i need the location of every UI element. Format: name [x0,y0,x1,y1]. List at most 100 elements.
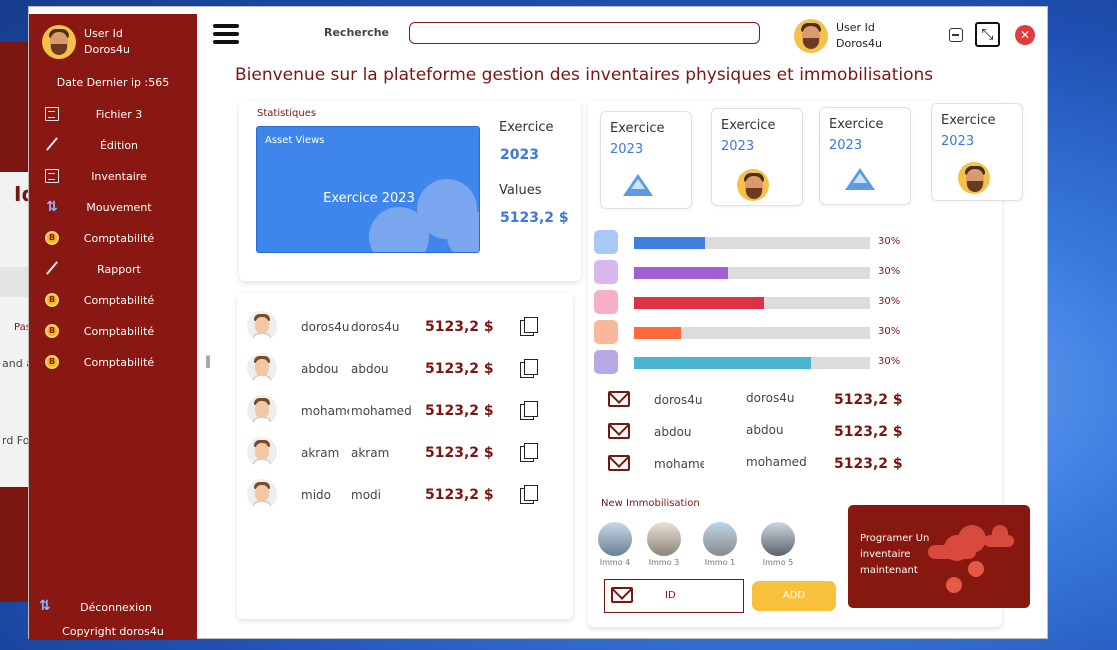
mail-icon[interactable] [608,455,630,471]
user-name: akram [301,446,340,460]
arrows-icon: ⇅ [39,598,51,614]
exercice-card[interactable]: Exercice 2023 [711,108,803,206]
coin-icon: B [45,324,59,338]
immo-caption: Immo 3 [648,558,680,567]
search-input[interactable] [409,22,760,44]
sidebar-user: User Id Doros4u [42,25,130,59]
minimize-icon[interactable] [949,28,963,42]
user-value: 5123,2 $ [425,487,494,503]
progress-row: 30% [594,350,914,374]
avatar [247,395,277,425]
sidebar-username: Doros4u [84,43,130,56]
list-item[interactable]: abdou abdou 5123,2 $ [608,420,938,448]
sidebar-item-comptabilite[interactable]: B Comptabilité [29,347,197,378]
documents-icon[interactable] [520,485,540,505]
exercice-card[interactable]: Exercice 2023 [931,103,1023,201]
mail-icon [611,587,633,603]
mail-name: doros4u [654,393,703,407]
mail-name: abdou [654,425,692,439]
header-user: User Id Doros4u [794,19,882,53]
sidebar-item-comptabilite[interactable]: B Comptabilité [29,316,197,347]
avatar-icon [737,169,769,201]
avatar[interactable] [42,25,76,59]
immo-item[interactable]: Immo 3 [644,522,684,567]
documents-icon[interactable] [520,443,540,463]
last-ip-text: Date Dernier ip :565 [56,76,170,89]
user-name: abdou [301,362,339,376]
avatar[interactable] [794,19,828,53]
sidebar-item-comptabilite[interactable]: B Comptabilité [29,285,197,316]
avatar [247,479,277,509]
app-window: User Id Doros4u Date Dernier ip :565 Fic… [28,6,1048,640]
hamburger-menu-icon[interactable] [213,24,239,44]
user-name: mido [301,488,331,502]
user-value: 5123,2 $ [425,403,494,419]
progress-track [634,327,870,339]
exercice-card[interactable]: Exercice 2023 [819,107,911,205]
list-item[interactable]: doros4u doros4u 5123,2 $ [247,311,567,343]
asset-views-box[interactable]: Asset Views Exercice 2023 [256,126,480,253]
id-input[interactable]: ID [604,579,744,613]
users-list-card: doros4u doros4u 5123,2 $ abdou abdou 512… [237,293,573,619]
values-value: 5123,2 $ [500,210,569,226]
sidebar-item-edition[interactable]: Édition [29,130,197,161]
avatar [247,353,277,383]
avatar [247,437,277,467]
sidebar-item-mouvement[interactable]: ⇅ Mouvement [29,192,197,223]
cloud-shape [928,545,976,559]
sidebar-item-inventaire[interactable]: Inventaire [29,161,197,192]
mail-alias: abdou [746,423,784,437]
immo-caption: Immo 5 [762,558,794,567]
immo-item[interactable]: Immo 1 [700,522,740,567]
sidebar-item-fichier[interactable]: Fichier 3 [29,99,197,130]
list-item[interactable]: mohamed mohamed 5123,2 $ [608,452,938,480]
immo-image [761,522,795,556]
logout-button[interactable]: ⇅ Déconnexion [29,597,197,617]
sidebar-item-comptabilite[interactable]: B Comptabilité [29,223,197,254]
progress-fill [634,297,764,309]
immo-item[interactable]: Immo 4 [595,522,635,567]
immo-image [598,522,632,556]
immo-item[interactable]: Immo 5 [758,522,798,567]
progress-color-square [594,230,618,254]
progress-fill [634,267,729,279]
arrows-icon: ⇅ [46,199,58,215]
user-alias: akram [351,446,390,460]
progress-track [634,357,870,369]
exercice-value: 2023 [500,147,539,163]
list-item[interactable]: mido modi 5123,2 $ [247,479,567,511]
immo-caption: Immo 4 [599,558,631,567]
document-icon [45,107,59,121]
logout-label: Déconnexion [80,600,152,614]
list-item[interactable]: akram akram 5123,2 $ [247,437,567,469]
sidebar-item-rapport[interactable]: Rapport [29,254,197,285]
exercice-card-year: 2023 [829,138,863,153]
user-alias: modi [351,488,381,502]
add-button[interactable]: ADD [752,581,836,611]
documents-icon[interactable] [520,359,540,379]
documents-icon[interactable] [520,401,540,421]
user-alias: mohamed [351,404,412,418]
documents-icon[interactable] [520,317,540,337]
list-item[interactable]: doros4u doros4u 5123,2 $ [608,388,938,416]
avatar [247,311,277,341]
coin-icon: B [45,293,59,307]
values-label: Values [499,183,542,198]
user-alias: abdou [351,362,389,376]
sidebar: User Id Doros4u Date Dernier ip :565 Fic… [29,14,197,640]
mail-icon[interactable] [608,423,630,439]
progress-row: 30% [594,290,914,314]
close-icon[interactable]: ✕ [1015,25,1035,45]
background-window-fragment: rd Fo [2,434,30,447]
plan-inventory-card[interactable]: Programer Un inventaire maintenant [848,505,1030,608]
exercice-card[interactable]: Exercice 2023 [600,111,692,209]
progress-track [634,297,870,309]
progress-track [634,267,870,279]
panel-splitter-handle[interactable]: ‖ [205,354,211,368]
progress-color-square [594,320,618,344]
mail-icon[interactable] [608,391,630,407]
list-item[interactable]: mohamed mohamed 5123,2 $ [247,395,567,427]
mountain-icon [845,168,875,190]
restore-window-icon[interactable]: ⤡ [975,22,1000,47]
list-item[interactable]: abdou abdou 5123,2 $ [247,353,567,385]
